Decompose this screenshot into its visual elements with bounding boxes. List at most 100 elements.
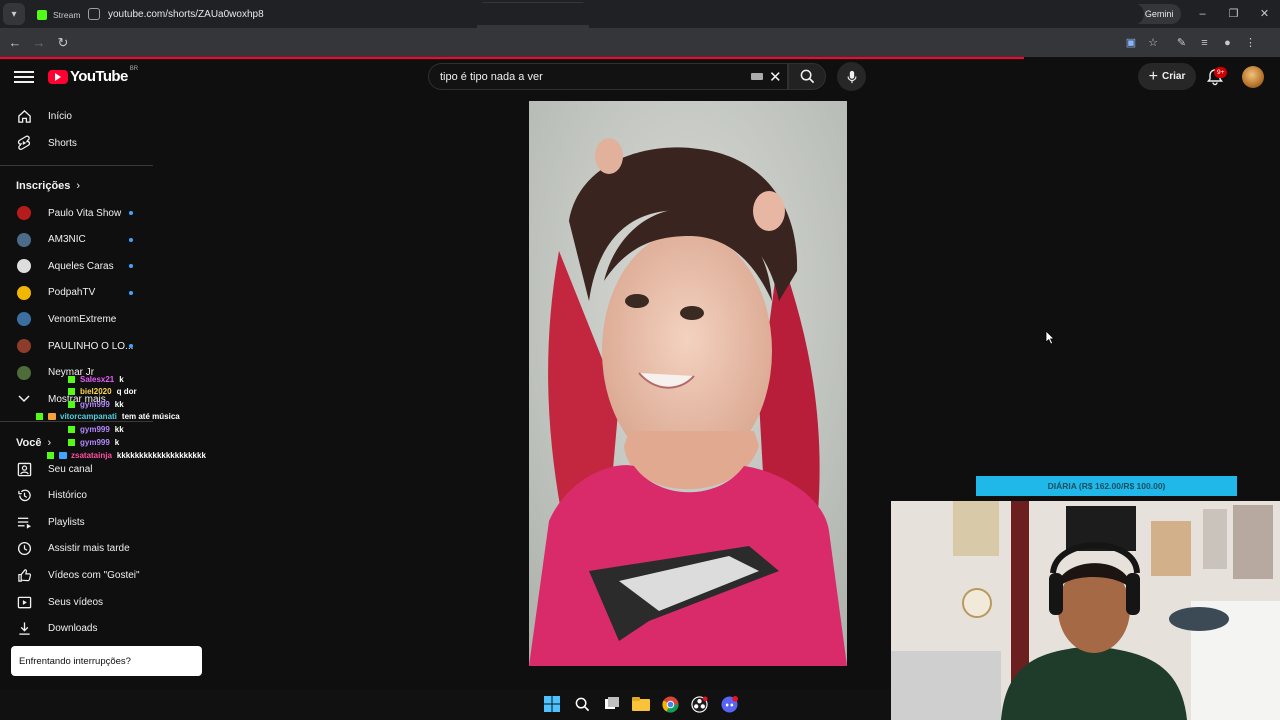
site-info-icon[interactable] <box>88 8 100 20</box>
task-view-icon[interactable] <box>602 694 622 714</box>
minimize-button[interactable]: – <box>1187 0 1218 28</box>
sidebar-item-label: Shorts <box>48 137 77 149</box>
extensions-icon[interactable]: ✎ <box>1170 36 1193 49</box>
voice-search-button[interactable] <box>837 62 866 91</box>
sidebar-subscription[interactable]: PAULINHO O LO... <box>0 333 153 359</box>
new-content-dot <box>129 290 133 295</box>
page-load-progress <box>0 57 1280 59</box>
channel-avatar <box>17 339 31 353</box>
sidebar-item-you[interactable]: Histórico <box>0 483 153 509</box>
chat-username: biel2020 <box>80 386 112 396</box>
chat-username: Salesx21 <box>80 374 115 384</box>
channel-avatar <box>17 206 31 220</box>
chat-message: vitorcampanati tem até música <box>36 410 180 422</box>
reload-button[interactable]: ↻ <box>51 35 75 51</box>
sidebar-item-label: Seus vídeos <box>48 596 104 608</box>
reading-list-icon[interactable]: ≡ <box>1193 37 1216 49</box>
download-icon <box>16 621 32 637</box>
obs-icon[interactable] <box>689 694 709 714</box>
window-controls: – ❐ ✕ <box>1187 0 1280 28</box>
sidebar-item-you[interactable]: Vídeos com "Gostei" <box>0 562 153 588</box>
mouse-cursor-icon <box>1045 330 1055 345</box>
chat-message: zsatatainja kkkkkkkkkkkkkkkkkkkk <box>47 449 206 461</box>
bookmark-star-icon[interactable]: ☆ <box>1142 36 1164 49</box>
sidebar-item-label: Downloads <box>48 623 98 635</box>
microphone-icon <box>846 70 857 83</box>
chrome-icon[interactable] <box>660 694 680 714</box>
sidebar-subscription[interactable]: PodpahTV <box>0 280 153 306</box>
sidebar-subscription[interactable]: Paulo Vita Show <box>0 200 153 226</box>
search-button[interactable] <box>788 63 826 90</box>
sidebar-subscription[interactable]: VenomExtreme <box>0 306 153 332</box>
sidebar-item-shorts[interactable]: Shorts <box>0 130 153 156</box>
chat-message: gym999 kk <box>68 398 124 410</box>
channel-avatar <box>17 285 31 300</box>
close-window-button[interactable]: ✕ <box>1249 0 1280 28</box>
sidebar-item-home[interactable]: Início <box>0 103 153 129</box>
sidebar-item-you[interactable]: Seus vídeos <box>0 589 153 615</box>
shorts-icon <box>16 135 32 151</box>
subscriptions-heading[interactable]: Inscrições › <box>16 180 80 192</box>
back-button[interactable]: ← <box>3 35 27 50</box>
channel-avatar <box>17 232 31 247</box>
sidebar-item-label: AM3NIC <box>48 234 86 246</box>
youtube-logo[interactable]: YouTube BR <box>48 66 138 85</box>
discord-icon[interactable] <box>719 694 739 714</box>
chat-message: Salesx21 k <box>68 373 124 385</box>
chevron-right-icon: › <box>76 180 81 192</box>
chat-message: gym999 kk <box>68 423 124 435</box>
sidebar-item-you[interactable]: Downloads <box>0 616 153 642</box>
account-avatar[interactable] <box>1242 66 1264 88</box>
sidebar-item-label: Vídeos com "Gostei" <box>48 569 140 581</box>
plus-icon: + <box>1148 67 1158 85</box>
create-button[interactable]: + Criar <box>1138 63 1196 90</box>
streamer-webcam <box>891 501 1280 720</box>
channel-avatar <box>17 365 31 380</box>
search-input[interactable]: tipo é tipo nada a ver ✕ <box>428 63 788 90</box>
restore-button[interactable]: ❐ <box>1218 0 1249 28</box>
sidebar-item-label: Seu canal <box>48 463 93 475</box>
new-content-dot <box>129 344 133 348</box>
subscriber-badge-icon <box>48 412 56 420</box>
omnibox-actions: ▣ ☆ <box>1120 28 1164 57</box>
kick-icon <box>37 10 47 20</box>
keyboard-icon[interactable] <box>751 73 763 80</box>
notification-badge: 9+ <box>1214 67 1228 78</box>
video-frame-image <box>529 101 847 666</box>
shorts-video-player[interactable] <box>529 101 847 666</box>
clear-search-icon[interactable]: ✕ <box>769 68 782 86</box>
chat-username: vitorcampanati <box>60 411 117 421</box>
kick-badge-icon <box>47 451 54 459</box>
chat-username: gym999 <box>80 437 110 447</box>
sidebar-subscription[interactable]: AM3NIC <box>0 227 153 253</box>
connection-toast[interactable]: Enfrentando interrupções? <box>11 646 202 676</box>
sidebar-subscription[interactable]: Aqueles Caras <box>0 253 153 279</box>
profile-icon[interactable]: ● <box>1216 37 1239 49</box>
you-heading[interactable]: Você › <box>16 437 51 449</box>
new-content-dot <box>129 211 133 215</box>
kick-badge-icon <box>68 387 75 395</box>
tab-search-button[interactable]: ▾ <box>3 3 25 25</box>
taskbar-search-icon[interactable] <box>572 694 592 714</box>
sidebar-item-you[interactable]: Assistir mais tarde <box>0 536 153 562</box>
kick-badge-icon <box>68 400 75 408</box>
file-explorer-icon[interactable] <box>631 694 651 714</box>
menu-kebab-icon[interactable]: ⋮ <box>1239 36 1262 49</box>
kick-badge-icon <box>68 438 75 446</box>
search-query: tipo é tipo nada a ver <box>440 70 543 83</box>
sidebar-item-you[interactable]: Playlists <box>0 509 153 535</box>
chat-text: k <box>119 374 124 384</box>
sidebar-item-label: Playlists <box>48 516 85 528</box>
kick-badge-icon <box>36 412 43 420</box>
forward-button[interactable]: → <box>27 35 51 50</box>
sidebar-item-label: Aqueles Caras <box>48 260 114 272</box>
new-content-dot <box>129 237 133 242</box>
playlist-icon <box>16 514 32 530</box>
windows-start-icon[interactable] <box>542 694 562 714</box>
guide-menu-button[interactable] <box>14 68 34 86</box>
translate-icon[interactable]: ▣ <box>1120 36 1142 49</box>
url-bar[interactable]: youtube.com/shorts/ZAUa0woxhp8 <box>80 3 1144 25</box>
sidebar-item-label: Assistir mais tarde <box>48 543 130 555</box>
chat-text: kk <box>114 424 124 434</box>
kick-badge-icon <box>68 425 75 433</box>
